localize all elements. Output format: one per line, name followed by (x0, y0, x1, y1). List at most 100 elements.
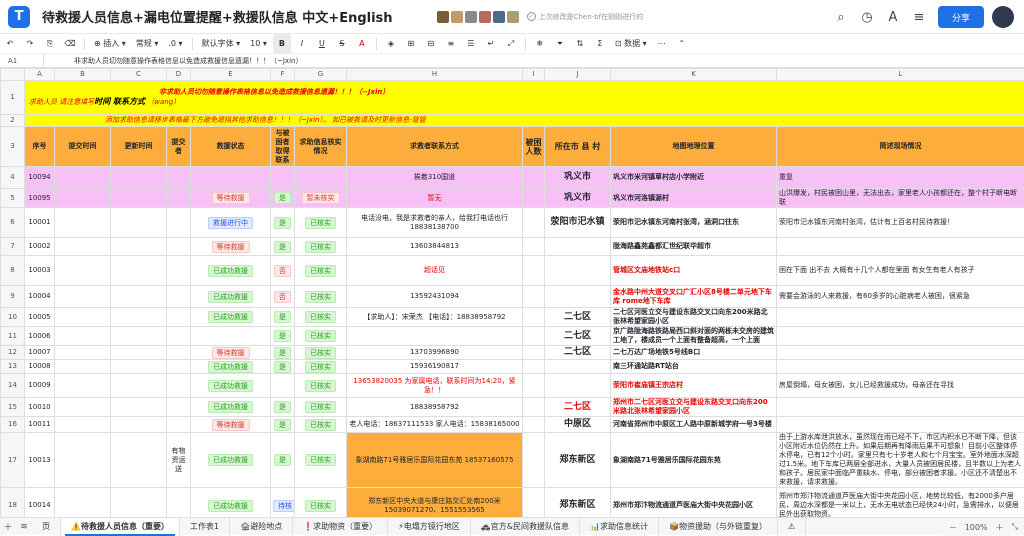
status-badge[interactable]: 等待救援 (212, 419, 250, 431)
column-header[interactable]: F (271, 69, 295, 81)
row-header[interactable]: 9 (1, 286, 25, 308)
cell-l[interactable] (777, 346, 1024, 360)
cell-a[interactable]: 10014 (25, 488, 55, 518)
cell-e[interactable]: 等待救援 (191, 346, 271, 360)
avatar[interactable] (992, 6, 1014, 28)
header-cell[interactable]: 被困人数 (523, 127, 545, 167)
cell-c[interactable] (111, 398, 167, 417)
italic-icon[interactable]: I (293, 34, 311, 54)
column-header[interactable]: B (55, 69, 111, 81)
cell-c[interactable] (111, 360, 167, 374)
cell-l[interactable]: 荥阳市汜水镇东河南村张湾，估计有上百名村民待救援！ (777, 208, 1024, 238)
sheet-tab[interactable]: ⚠️待救援人员信息（重要） (61, 518, 180, 536)
status-badge[interactable]: 已成功救援 (208, 311, 253, 323)
cell-i[interactable] (523, 308, 545, 327)
cell-f[interactable]: 待核 (271, 488, 295, 518)
column-header[interactable]: C (111, 69, 167, 81)
verify-badge[interactable]: 已核实 (305, 241, 336, 253)
sheet-tab[interactable]: ❗求助物资（重要） (293, 518, 388, 536)
cell-c[interactable] (111, 256, 167, 286)
header-cell[interactable]: 简述现场情况 (777, 127, 1024, 167)
zoom-in-icon[interactable]: ＋ (996, 522, 1004, 533)
cell-f[interactable]: 否 (271, 286, 295, 308)
cell-l[interactable]: 郑州市郑汴物流通道芦医庙大街中央花园小区，地势比较低，有2000多户居民，周边水… (777, 488, 1024, 518)
cell-g[interactable]: 已核实 (295, 327, 347, 346)
insert-button[interactable]: ⊕ 插入 ▾ (89, 34, 131, 54)
cell-g[interactable]: 已核实 (295, 346, 347, 360)
cell-e[interactable]: 已成功救援 (191, 433, 271, 488)
add-sheet-icon[interactable]: ＋ (0, 520, 16, 533)
cell-f[interactable] (271, 374, 295, 398)
font-size-select[interactable]: 10 ▾ (245, 34, 272, 54)
cell-h[interactable]: 电话没电，我是求救者的亲人，给我打电话也行 18838138700 (347, 208, 523, 238)
cell-d[interactable] (167, 256, 191, 286)
cell-j[interactable] (545, 238, 611, 256)
cell-k[interactable]: 郑州市郑汴物流通道芦医庙大街中央花园小区 (611, 488, 777, 518)
row-header[interactable]: 7 (1, 238, 25, 256)
cell-g[interactable]: 已核实 (295, 398, 347, 417)
zoom-out-icon[interactable]: － (949, 522, 957, 533)
cell-b[interactable] (55, 167, 111, 189)
status-badge[interactable]: 已成功救援 (208, 500, 253, 512)
cell-j[interactable] (545, 374, 611, 398)
history-icon[interactable]: ◷ (854, 10, 880, 25)
cell-e[interactable]: 等待救援 (191, 417, 271, 433)
column-header[interactable]: H (347, 69, 523, 81)
cell-h[interactable]: 挨着310国道 (347, 167, 523, 189)
cell-l[interactable]: 房屋倒塌，母女被困，女儿已经救援成功，母亲还在寻找 (777, 374, 1024, 398)
banner-cell[interactable]: 非求助人员切勿随意操作表格信息以免造成救援信息遗漏！！！（~Jxin） 求助人员… (25, 81, 1024, 115)
status-badge[interactable]: 已成功救援 (208, 454, 253, 466)
collaborator-avatars[interactable] (437, 11, 519, 23)
row-header[interactable]: 5 (1, 189, 25, 208)
avatar[interactable] (437, 11, 449, 23)
cell-i[interactable] (523, 189, 545, 208)
avatar[interactable] (465, 11, 477, 23)
collapse-icon[interactable]: ⤡ (1012, 522, 1018, 532)
cell-c[interactable] (111, 374, 167, 398)
column-header[interactable]: K (611, 69, 777, 81)
select-all-corner[interactable] (1, 69, 25, 81)
cell-g[interactable]: 已核实 (295, 374, 347, 398)
cell-c[interactable] (111, 167, 167, 189)
cell-i[interactable] (523, 286, 545, 308)
status-badge[interactable]: 等待救援 (212, 347, 250, 359)
cell-k[interactable]: 南三环通站路RT站台 (611, 360, 777, 374)
verify-badge[interactable]: 已核实 (305, 500, 336, 512)
cell-g[interactable] (295, 167, 347, 189)
cell-l[interactable]: 由于上游水库泄洪放水，虽然现在雨已经不下，市区内积水已不断下降，但该小区附近水位… (777, 433, 1024, 488)
row-header[interactable]: 18 (1, 488, 25, 518)
cell-b[interactable] (55, 488, 111, 518)
cell-a[interactable]: 10005 (25, 308, 55, 327)
cell-j[interactable]: 巩义市 (545, 189, 611, 208)
cell-g[interactable]: 已核实 (295, 208, 347, 238)
cell-l[interactable] (777, 417, 1024, 433)
cell-h[interactable] (347, 327, 523, 346)
sheet-tab[interactable]: ⚡电塌方镜行地区 (388, 518, 471, 536)
cell-c[interactable] (111, 433, 167, 488)
sum-icon[interactable]: Σ (591, 34, 609, 54)
cell-h[interactable]: 18838958792 (347, 398, 523, 417)
cell-a[interactable]: 10001 (25, 208, 55, 238)
sheet-tab[interactable]: 🚓官方&民间救援队信息 (471, 518, 580, 536)
status-badge[interactable]: 已成功救援 (208, 291, 253, 303)
cell-b[interactable] (55, 346, 111, 360)
header-cell[interactable]: 更新时间 (111, 127, 167, 167)
data-menu-button[interactable]: ⊡ 数据 ▾ (610, 34, 652, 54)
verify-badge[interactable]: 已核实 (305, 401, 336, 413)
filter-icon[interactable]: ⏷ (551, 34, 569, 54)
cell-a[interactable]: 10011 (25, 417, 55, 433)
cell-b[interactable] (55, 208, 111, 238)
header-cell[interactable]: 求助信息核实情况 (295, 127, 347, 167)
cell-d[interactable] (167, 238, 191, 256)
cell-h[interactable]: 超话见 (347, 256, 523, 286)
contact-badge[interactable]: 是 (274, 347, 291, 359)
cell-l[interactable] (777, 308, 1024, 327)
cell-e[interactable]: 已成功救援 (191, 374, 271, 398)
cell-c[interactable] (111, 189, 167, 208)
cell-d[interactable] (167, 398, 191, 417)
sheet-tab[interactable]: 📦物资援助（与外链重复） (659, 518, 778, 536)
cell-b[interactable] (55, 286, 111, 308)
cell-e[interactable]: 已成功救援 (191, 360, 271, 374)
cell-f[interactable] (271, 167, 295, 189)
column-header[interactable]: A (25, 69, 55, 81)
